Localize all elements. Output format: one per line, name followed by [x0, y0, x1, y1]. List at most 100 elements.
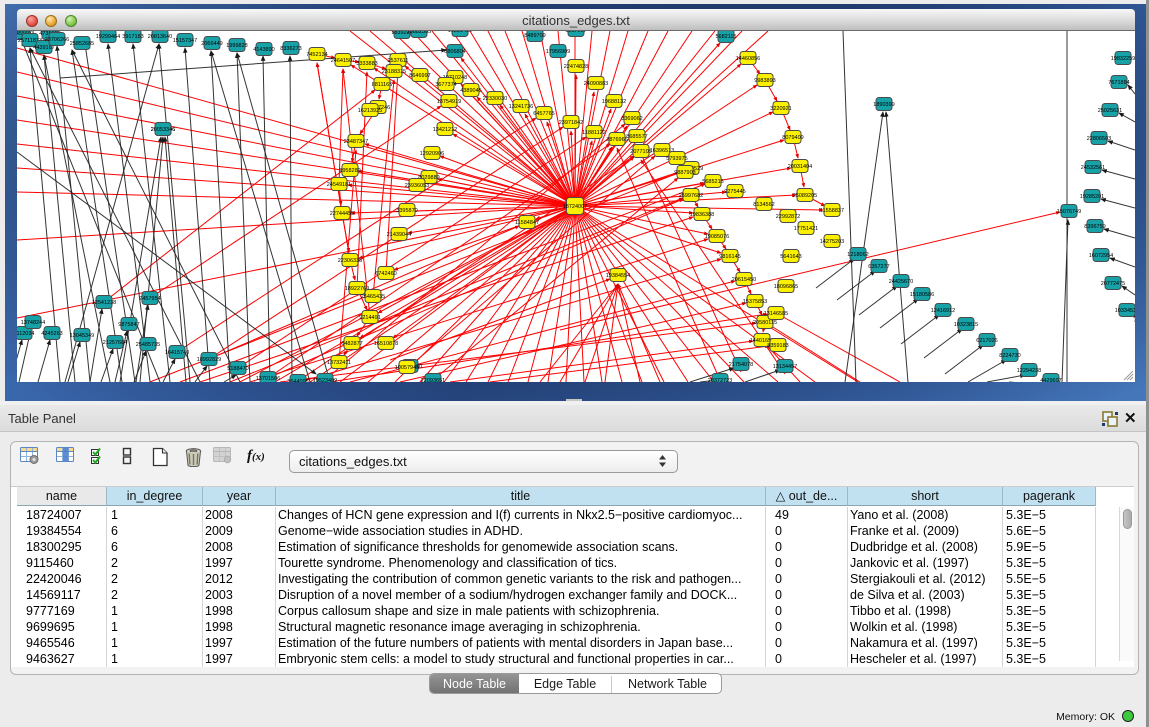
svg-text:20372723: 20372723	[708, 378, 732, 382]
svg-text:3220921: 3220921	[770, 106, 791, 112]
svg-text:25089205: 25089205	[793, 193, 817, 199]
svg-text:19688132: 19688132	[602, 99, 626, 105]
svg-text:22806503: 22806503	[1087, 136, 1111, 142]
svg-text:23971842: 23971842	[559, 120, 583, 126]
svg-text:20772475: 20772475	[1101, 281, 1125, 287]
svg-text:9214491: 9214491	[359, 315, 380, 321]
svg-text:19085076: 19085076	[705, 234, 729, 240]
svg-text:6742460: 6742460	[375, 271, 396, 277]
svg-text:22474828: 22474828	[564, 64, 588, 70]
svg-text:22093651: 22093651	[421, 378, 445, 382]
svg-text:19384554: 19384554	[606, 273, 630, 279]
svg-text:10057945: 10057945	[395, 365, 419, 371]
svg-text:9958289: 9958289	[339, 168, 360, 174]
svg-text:13146585: 13146585	[764, 311, 788, 317]
svg-text:1999828: 1999828	[226, 43, 247, 49]
svg-text:1890399: 1890399	[873, 102, 894, 108]
svg-text:15157347: 15157347	[173, 38, 197, 44]
svg-text:22330030: 22330030	[483, 96, 507, 102]
svg-text:13754919: 13754919	[437, 99, 461, 105]
svg-text:20031404: 20031404	[788, 164, 812, 170]
svg-text:16213925: 16213925	[358, 108, 382, 114]
svg-text:8396759: 8396759	[1084, 224, 1105, 230]
svg-text:2537611: 2537611	[387, 58, 408, 64]
svg-text:21754078: 21754078	[729, 362, 753, 368]
svg-text:8359183: 8359183	[767, 343, 788, 349]
svg-text:25882305: 25882305	[407, 31, 431, 35]
svg-text:14275203: 14275203	[820, 239, 844, 245]
svg-text:19285201: 19285201	[1080, 194, 1104, 200]
svg-text:23487347: 23487347	[344, 139, 368, 145]
svg-text:4389045: 4389045	[460, 88, 481, 94]
svg-text:19836388: 19836388	[690, 212, 714, 218]
svg-text:17956909: 17956909	[546, 49, 570, 55]
svg-text:8806804: 8806804	[444, 49, 465, 55]
svg-text:9217207: 9217207	[565, 31, 586, 34]
svg-text:25025631: 25025631	[1098, 108, 1122, 114]
svg-text:9816145: 9816145	[719, 254, 740, 260]
svg-text:24641507: 24641507	[331, 58, 355, 64]
svg-text:8336273: 8336273	[280, 46, 301, 52]
svg-text:25852685: 25852685	[70, 41, 94, 47]
svg-text:9983893: 9983893	[754, 78, 775, 84]
svg-text:19832259: 19832259	[1111, 56, 1135, 62]
svg-text:8489709: 8489709	[524, 33, 545, 39]
svg-text:20615450: 20615450	[732, 277, 756, 283]
svg-text:5188470: 5188470	[227, 366, 248, 372]
svg-text:18096865: 18096865	[774, 284, 798, 290]
svg-text:20813640: 20813640	[148, 34, 172, 40]
svg-text:3917183: 3917183	[122, 34, 143, 40]
svg-text:19523409: 19523409	[313, 378, 337, 382]
svg-text:21257684: 21257684	[103, 340, 127, 346]
svg-text:18992829: 18992829	[197, 357, 221, 363]
svg-text:6457765: 6457765	[533, 111, 554, 117]
svg-text:11584847: 11584847	[515, 220, 539, 226]
svg-text:24090883: 24090883	[584, 81, 608, 87]
svg-text:6357277: 6357277	[868, 264, 889, 270]
svg-text:10323815: 10323815	[954, 322, 978, 328]
svg-text:12416912: 12416912	[931, 308, 955, 314]
svg-text:12294238: 12294238	[1017, 368, 1041, 374]
svg-text:15180586: 15180586	[910, 292, 934, 298]
svg-text:22992872: 22992872	[776, 214, 800, 220]
svg-text:9887903: 9887903	[674, 170, 695, 176]
svg-text:8646997: 8646997	[409, 73, 430, 79]
svg-text:1218062: 1218062	[847, 252, 868, 258]
svg-text:24549181: 24549181	[327, 182, 351, 188]
svg-text:15076749: 15076749	[1057, 209, 1081, 215]
svg-text:9275445: 9275445	[724, 189, 745, 195]
svg-text:13732411: 13732411	[327, 360, 351, 366]
svg-text:4143890: 4143890	[253, 47, 274, 53]
svg-text:14460856: 14460856	[736, 56, 760, 62]
svg-text:11558837: 11558837	[820, 208, 844, 214]
svg-text:7671884: 7671884	[1108, 80, 1129, 86]
svg-text:16072954: 16072954	[1089, 253, 1113, 259]
svg-text:5685216: 5685216	[702, 179, 723, 185]
svg-text:10228452: 10228452	[448, 31, 472, 34]
svg-text:8134562: 8134562	[753, 202, 774, 208]
svg-text:3677374: 3677374	[435, 82, 456, 88]
svg-text:8685577: 8685577	[626, 134, 647, 140]
svg-text:8079409: 8079409	[782, 135, 803, 141]
svg-text:4112034: 4112034	[17, 331, 35, 337]
svg-text:12541238: 12541238	[92, 300, 116, 306]
svg-text:11881122: 11881122	[582, 130, 606, 136]
svg-text:5641643: 5641643	[780, 254, 801, 260]
svg-text:23706266: 23706266	[45, 37, 69, 43]
svg-text:2077105: 2077105	[630, 149, 651, 155]
svg-text:2876966: 2876966	[606, 137, 627, 143]
svg-text:5682115: 5682115	[715, 34, 736, 40]
svg-text:20580115: 20580115	[753, 320, 777, 326]
svg-text:23936053: 23936053	[405, 183, 429, 189]
svg-text:13701506: 13701506	[256, 376, 280, 382]
svg-text:4245263: 4245263	[41, 331, 62, 337]
svg-text:19299464: 19299464	[96, 34, 120, 40]
svg-text:22744459: 22744459	[330, 211, 354, 217]
svg-text:8369062: 8369062	[621, 116, 642, 122]
svg-text:25485735: 25485735	[136, 342, 160, 348]
svg-text:3395870: 3395870	[396, 208, 417, 214]
svg-text:12920906: 12920906	[420, 151, 444, 157]
svg-text:25997682: 25997682	[679, 193, 703, 199]
svg-text:16510878: 16510878	[374, 341, 398, 347]
svg-text:6217026: 6217026	[976, 338, 997, 344]
